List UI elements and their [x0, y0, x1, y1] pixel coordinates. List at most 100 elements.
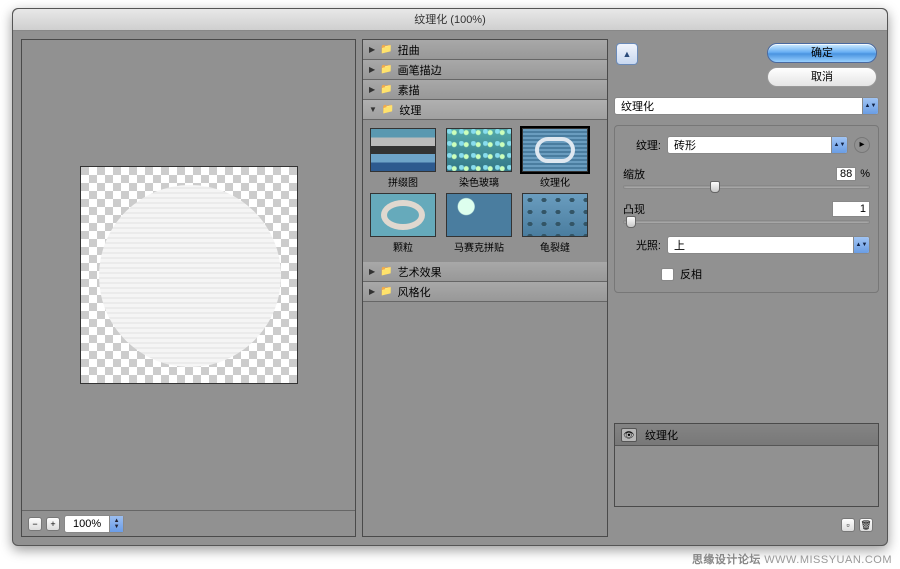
relief-input[interactable]: 1	[832, 201, 870, 217]
category-distort[interactable]: ▶ 📁 扭曲	[363, 40, 607, 60]
category-label: 纹理	[399, 102, 421, 118]
texture-value: 砖形	[668, 137, 831, 153]
thumb-craquelure[interactable]: 龟裂缝	[519, 193, 591, 254]
filter-params: 纹理: 砖形 ▲▼ ▸ 缩放 88% 凸现	[614, 125, 879, 293]
thumb-patchwork[interactable]: 拼缀图	[367, 128, 439, 189]
scale-input[interactable]: 88	[836, 167, 856, 181]
light-select[interactable]: 上 ▲▼	[667, 236, 870, 254]
filter-select-value: 纹理化	[615, 98, 862, 114]
disclosure-right-icon: ▶	[369, 267, 375, 276]
category-brushstrokes[interactable]: ▶ 📁 画笔描边	[363, 60, 607, 80]
thumb-stained-glass[interactable]: 染色玻璃	[443, 128, 515, 189]
dropdown-arrows-icon: ▲▼	[831, 137, 847, 153]
disclosure-right-icon: ▶	[369, 45, 375, 54]
category-sketch[interactable]: ▶ 📁 素描	[363, 80, 607, 100]
thumb-image	[370, 128, 436, 172]
content-area: − + 100% ▲▼ ▶ 📁 扭曲 ▶ 📁 画笔描边 ▶ 📁 素描 ▼ 📁 纹理 拼缀图 染色…	[13, 31, 887, 545]
texture-select[interactable]: 砖形 ▲▼	[667, 136, 848, 154]
folder-icon: 📁	[380, 64, 392, 75]
relief-label: 凸现	[623, 201, 645, 217]
texture-label: 纹理:	[623, 137, 661, 153]
dropdown-arrows-icon: ▲▼	[862, 98, 878, 114]
zoom-level-field[interactable]: 100% ▲▼	[64, 515, 124, 533]
folder-icon: 📁	[380, 84, 392, 95]
category-artistic[interactable]: ▶ 📁 艺术效果	[363, 262, 607, 282]
preview-controls: − + 100% ▲▼	[22, 510, 355, 536]
watermark: 思缘设计论坛 WWW.MISSYUAN.COM	[692, 551, 892, 567]
slider-thumb[interactable]	[710, 181, 720, 193]
texture-menu-button[interactable]: ▸	[854, 137, 870, 153]
zoom-stepper-icon[interactable]: ▲▼	[109, 516, 123, 532]
thumbnail-grid: 拼缀图 染色玻璃 纹理化 颗粒 马赛克拼贴 龟裂缝	[363, 120, 607, 262]
thumb-image	[522, 193, 588, 237]
watermark-en: WWW.MISSYUAN.COM	[764, 554, 892, 566]
thumb-image	[446, 128, 512, 172]
thumb-mosaic[interactable]: 马赛克拼贴	[443, 193, 515, 254]
relief-row: 凸现 1	[623, 201, 870, 224]
slider-thumb[interactable]	[626, 216, 636, 228]
scale-slider[interactable]	[623, 185, 870, 189]
filter-categories-panel: ▶ 📁 扭曲 ▶ 📁 画笔描边 ▶ 📁 素描 ▼ 📁 纹理 拼缀图 染色玻璃 纹理化 颗粒 马赛…	[362, 39, 608, 537]
thumb-image	[522, 128, 588, 172]
zoom-out-button[interactable]: −	[28, 517, 42, 531]
window-title: 纹理化 (100%)	[13, 9, 887, 31]
scale-row: 缩放 88%	[623, 166, 870, 189]
effect-layer-item[interactable]: 👁 纹理化	[615, 424, 878, 446]
category-texture[interactable]: ▼ 📁 纹理	[363, 100, 607, 120]
thumb-grain[interactable]: 颗粒	[367, 193, 439, 254]
thumb-label: 马赛克拼贴	[454, 239, 504, 254]
folder-icon: 📁	[382, 104, 394, 115]
effect-layer-label: 纹理化	[645, 427, 678, 443]
new-effect-layer-button[interactable]: ▫	[841, 518, 855, 532]
effect-layers-panel: 👁 纹理化	[614, 423, 879, 507]
folder-icon: 📁	[380, 266, 392, 277]
thumb-label: 染色玻璃	[459, 174, 499, 189]
light-value: 上	[668, 237, 853, 253]
delete-effect-layer-button[interactable]: 🗑	[859, 518, 873, 532]
thumb-image	[446, 193, 512, 237]
disclosure-right-icon: ▶	[369, 85, 375, 94]
light-label: 光照:	[623, 237, 661, 253]
relief-slider[interactable]	[623, 220, 870, 224]
disclosure-right-icon: ▶	[369, 65, 375, 74]
category-label: 艺术效果	[398, 264, 442, 280]
dialog-buttons: ▲ 确定 取消	[614, 39, 879, 91]
preview-area	[22, 40, 355, 510]
texture-row: 纹理: 砖形 ▲▼ ▸	[623, 136, 870, 154]
zoom-in-button[interactable]: +	[46, 517, 60, 531]
category-label: 素描	[398, 82, 420, 98]
preview-panel: − + 100% ▲▼	[21, 39, 356, 537]
invert-checkbox[interactable]	[661, 268, 674, 281]
dropdown-arrows-icon: ▲▼	[853, 237, 869, 253]
layer-buttons: ▫ 🗑	[614, 513, 879, 537]
collapse-gallery-button[interactable]: ▲	[616, 43, 638, 65]
thumb-label: 拼缀图	[388, 174, 418, 189]
invert-row: 反相	[661, 266, 870, 282]
disclosure-right-icon: ▶	[369, 287, 375, 296]
thumb-label: 颗粒	[393, 239, 413, 254]
thumb-label: 纹理化	[540, 174, 570, 189]
category-label: 扭曲	[398, 42, 420, 58]
folder-icon: 📁	[380, 286, 392, 297]
watermark-cn: 思缘设计论坛	[692, 554, 761, 566]
filter-select[interactable]: 纹理化 ▲▼	[614, 97, 879, 115]
preview-image	[99, 185, 281, 367]
thumb-texturizer[interactable]: 纹理化	[519, 128, 591, 189]
category-label: 画笔描边	[398, 62, 442, 78]
thumb-image	[370, 193, 436, 237]
preview-canvas	[80, 166, 298, 384]
category-label: 风格化	[398, 284, 431, 300]
thumb-label: 龟裂缝	[540, 239, 570, 254]
folder-icon: 📁	[380, 44, 392, 55]
zoom-value: 100%	[65, 518, 109, 530]
scale-label: 缩放	[623, 166, 645, 182]
scale-unit: %	[860, 168, 870, 180]
settings-panel: ▲ 确定 取消 纹理化 ▲▼ 纹理: 砖形 ▲▼ ▸	[614, 39, 879, 537]
disclosure-down-icon: ▼	[369, 105, 377, 114]
filter-gallery-window: 纹理化 (100%) − + 100% ▲▼ ▶📁扭曲 ▶📁画笔描边 ▶📁素	[12, 8, 888, 546]
visibility-toggle[interactable]: 👁	[621, 428, 637, 442]
category-stylize[interactable]: ▶ 📁 风格化	[363, 282, 607, 302]
invert-label: 反相	[680, 266, 702, 282]
ok-button[interactable]: 确定	[767, 43, 877, 63]
cancel-button[interactable]: 取消	[767, 67, 877, 87]
